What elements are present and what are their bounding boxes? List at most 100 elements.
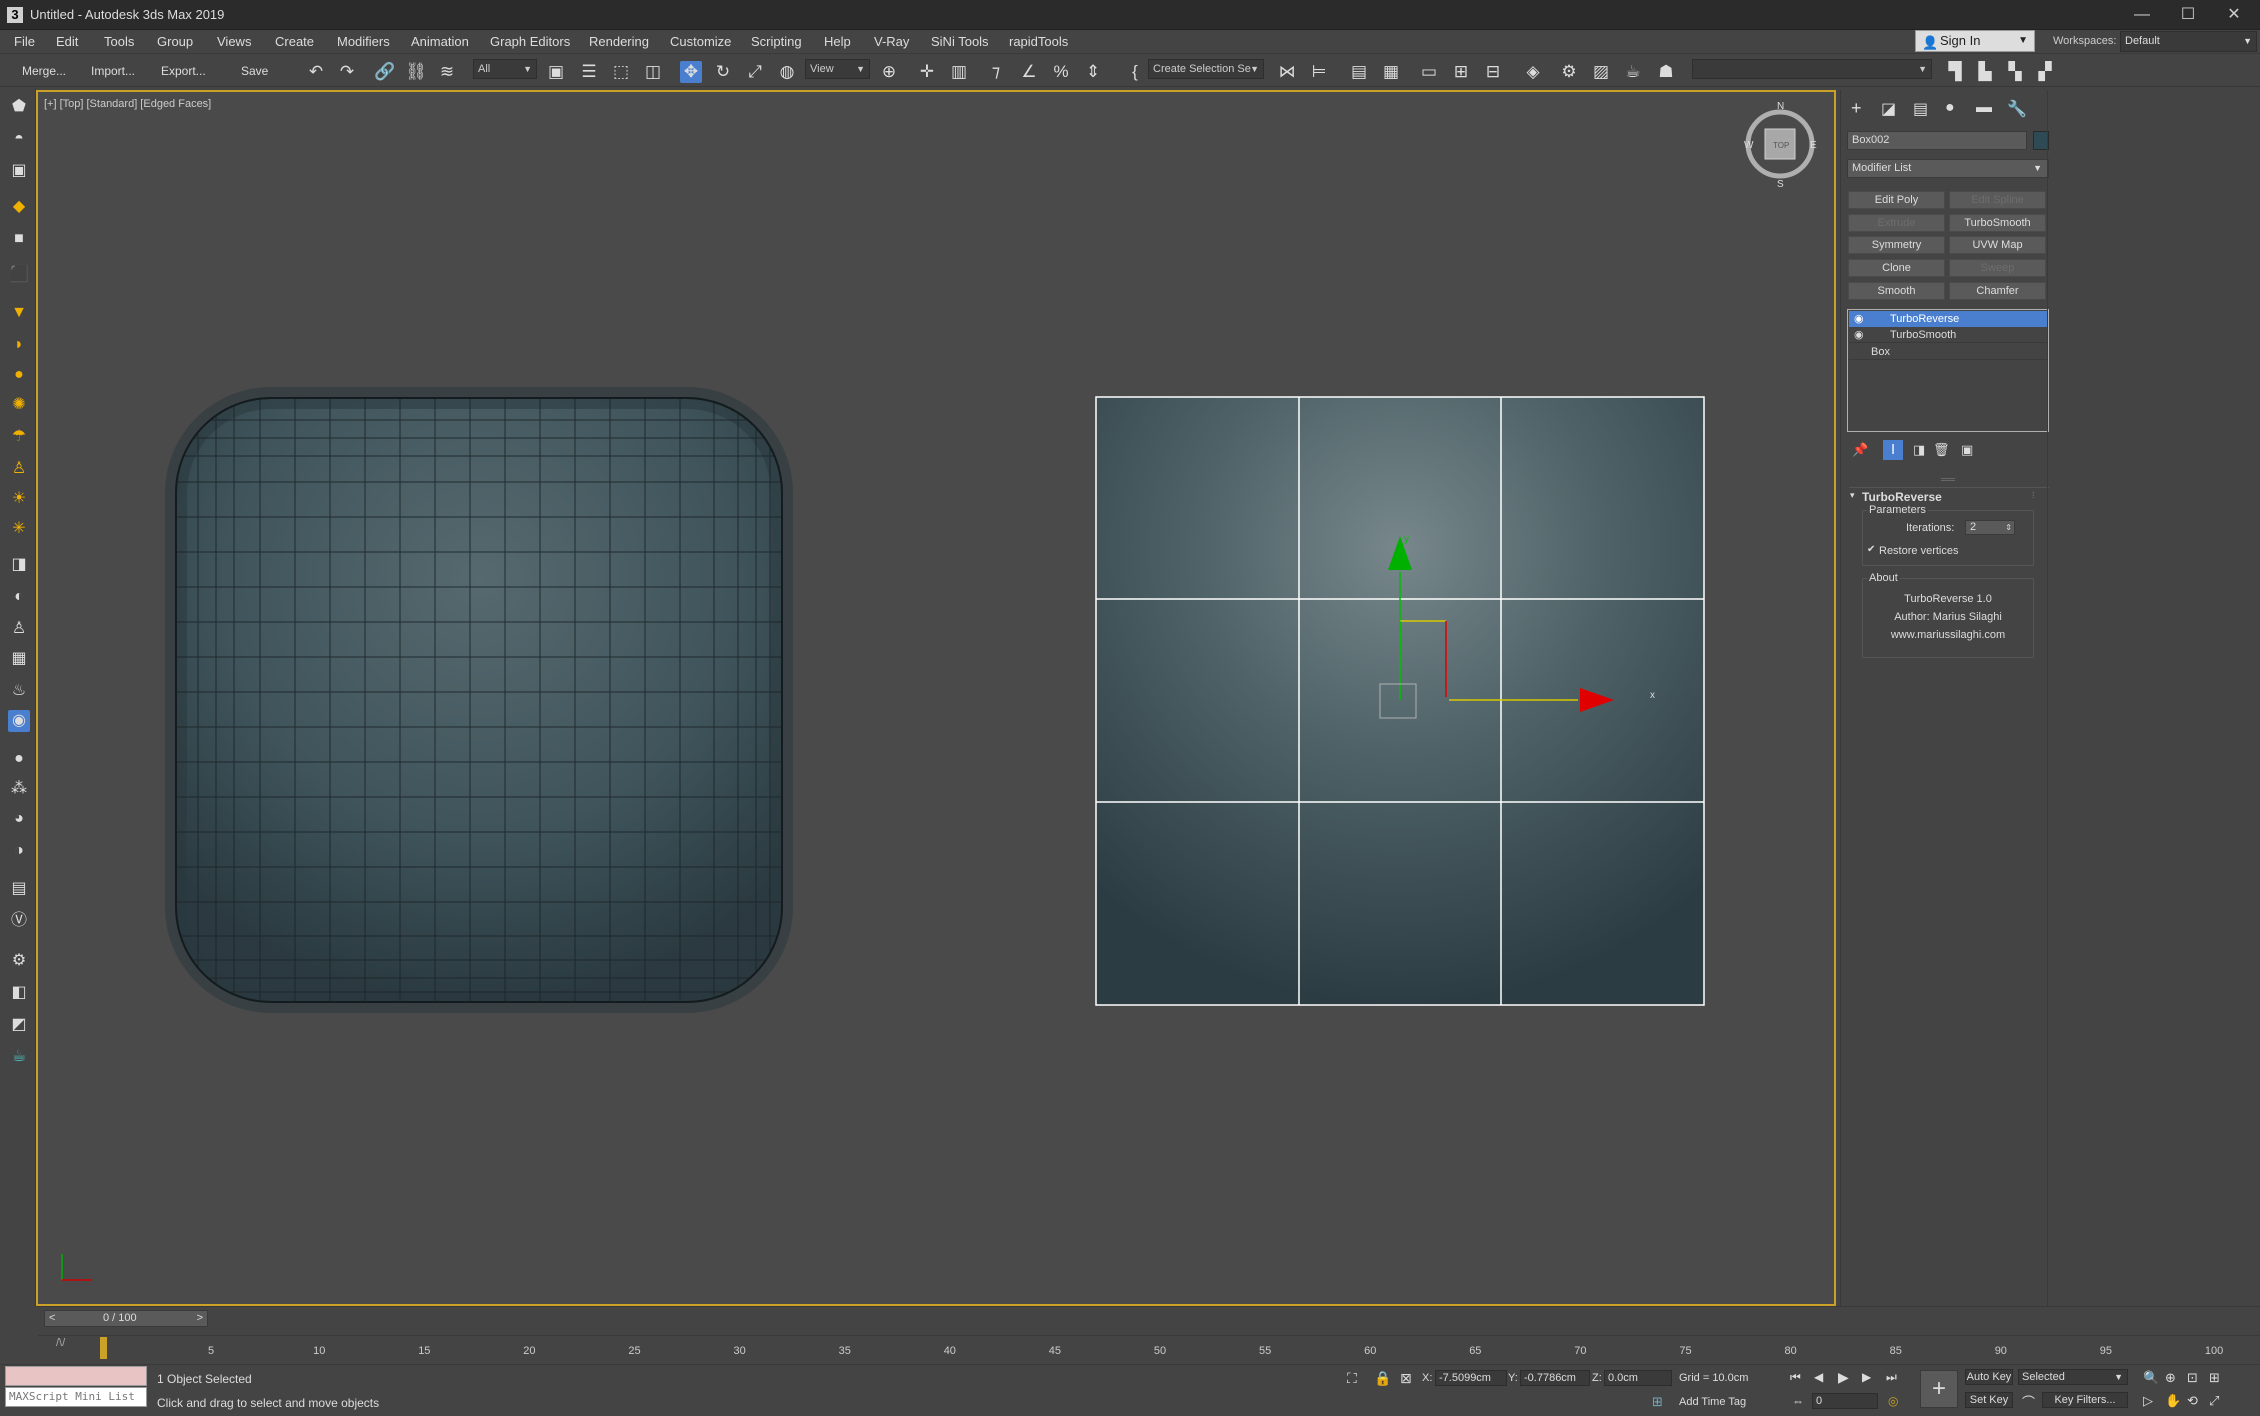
merge-button[interactable]: Merge... — [22, 60, 66, 82]
named-selection-dropdown[interactable]: Create Selection Se ▼ — [1148, 59, 1264, 79]
viewcube[interactable]: TOP N S W E — [1744, 101, 1817, 190]
save-project-icon[interactable]: ▚ — [2004, 61, 2026, 83]
render-preset-dropdown[interactable]: ▼ — [1692, 59, 1932, 79]
field-of-view-icon[interactable]: ▷ — [2143, 1393, 2153, 1409]
menu-tools[interactable]: Tools — [104, 34, 134, 49]
pan-icon[interactable]: ✋ — [2165, 1393, 2181, 1409]
time-next-button[interactable]: > — [197, 1312, 203, 1324]
absolute-mode-icon[interactable]: ⊠ — [1400, 1370, 1412, 1387]
modifier-button-clone[interactable]: Clone — [1848, 259, 1945, 277]
menu-scripting[interactable]: Scripting — [751, 34, 802, 49]
fur-icon[interactable]: ◐ — [8, 586, 30, 608]
bind-space-warp-icon[interactable]: ≋ — [436, 61, 458, 83]
menu-graph-editors[interactable]: Graph Editors — [490, 34, 570, 49]
time-prev-button[interactable]: < — [49, 1312, 55, 1324]
frame-buffer-icon[interactable]: ▤ — [8, 878, 30, 900]
select-by-name-icon[interactable]: ☰ — [578, 61, 600, 83]
umbrella-light-icon[interactable]: ☂ — [8, 426, 30, 448]
settings-icon[interactable]: ⚙ — [8, 950, 30, 972]
track-bar[interactable] — [38, 1335, 2260, 1359]
time-tag-icon[interactable]: ⊞ — [1652, 1394, 1663, 1410]
modifier-button-smooth[interactable]: Smooth — [1848, 282, 1945, 300]
rect-selection-icon[interactable]: ⬚ — [610, 61, 632, 83]
key-filters-button[interactable]: Key Filters... — [2042, 1392, 2128, 1408]
auto-key-button[interactable]: Auto Key — [1965, 1369, 2013, 1385]
utilities-tab-icon[interactable]: 🔧 — [2007, 99, 2027, 119]
active-tool-icon[interactable]: ◉ — [8, 710, 30, 732]
texture-icon[interactable]: ◕ — [8, 808, 30, 830]
create-object-icon[interactable]: ⬟ — [8, 96, 30, 118]
create-tab-icon[interactable]: + — [1851, 98, 1862, 119]
selected-box-mesh[interactable] — [1095, 396, 1705, 1006]
export-button[interactable]: Export... — [161, 60, 206, 82]
camera-icon[interactable]: ■ — [8, 228, 30, 250]
prev-frame-icon[interactable]: ◀ — [1814, 1370, 1823, 1384]
maximize-button[interactable]: ☐ — [2168, 2, 2208, 28]
selection-filter-dropdown[interactable]: All ▼ — [473, 59, 537, 79]
sphere-light-icon[interactable]: ● — [8, 364, 30, 386]
scene-explorer-icon[interactable]: ▦ — [1380, 61, 1402, 83]
layer-explorer-icon[interactable]: ▤ — [1348, 61, 1370, 83]
ref-coord-dropdown[interactable]: View ▼ — [805, 59, 870, 79]
fur-tool-icon[interactable]: ♨ — [8, 680, 30, 702]
zoom-all-icon[interactable]: ⊕ — [2165, 1370, 2176, 1386]
rendered-frame-icon[interactable]: ▨ — [1590, 61, 1612, 83]
zoom-extents-icon[interactable]: ⊡ — [2187, 1370, 2198, 1386]
menu-animation[interactable]: Animation — [411, 34, 469, 49]
menu-create[interactable]: Create — [275, 34, 314, 49]
proxy-icon[interactable]: ◨ — [8, 554, 30, 576]
hierarchy-tab-icon[interactable]: ▤ — [1913, 99, 1928, 119]
pivot-center-icon[interactable]: ⊕ — [878, 61, 900, 83]
undo-icon[interactable]: ↶ — [305, 61, 327, 83]
spinner-snap-icon[interactable]: ⇕ — [1082, 61, 1104, 83]
isolate-selection-icon[interactable]: ⛶ — [1347, 1370, 1357, 1387]
sign-in-button[interactable]: 👤 Sign In ▼ — [1915, 30, 2035, 52]
edit-named-selection-icon[interactable]: { — [1124, 61, 1146, 83]
menu-views[interactable]: Views — [217, 34, 251, 49]
ies-light-icon[interactable]: ✺ — [8, 394, 30, 416]
frame-marker[interactable] — [100, 1337, 107, 1359]
open-project-icon[interactable]: ▙ — [1974, 61, 1996, 83]
spinner-arrows-icon[interactable]: ⇕ — [2005, 521, 2012, 534]
menu-edit[interactable]: Edit — [56, 34, 78, 49]
menu-vray[interactable]: V-Ray — [874, 34, 909, 49]
snap-toggle-icon[interactable]: ⁊ — [985, 61, 1007, 83]
select-object-icon[interactable]: ▣ — [545, 61, 567, 83]
time-config-icon[interactable]: ⇔ — [1792, 1394, 1804, 1408]
zoom-extents-all-icon[interactable]: ⊞ — [2209, 1370, 2220, 1386]
project-settings-icon[interactable]: ▞ — [2034, 61, 2056, 83]
goto-end-icon[interactable]: ⏭ — [1886, 1370, 1897, 1385]
close-button[interactable]: ✕ — [2214, 2, 2254, 28]
workspace-dropdown[interactable]: Default ▼ — [2120, 31, 2257, 52]
modifier-button-sweep[interactable]: Sweep — [1949, 259, 2046, 277]
set-key-big-button[interactable]: + — [1920, 1370, 1958, 1408]
unlink-icon[interactable]: ⛓ — [405, 61, 427, 83]
key-tangent-icon[interactable]: ⌒ — [2022, 1392, 2035, 1411]
time-slider-track[interactable]: < 0 / 100 > — [44, 1310, 208, 1327]
modifier-button-extrude[interactable]: Extrude — [1848, 214, 1945, 232]
teapot-icon[interactable]: ☕ — [8, 1046, 30, 1068]
restore-vertices-label[interactable]: Restore vertices — [1879, 545, 1958, 557]
display-tab-icon[interactable]: ▬ — [1976, 99, 1992, 117]
key-mode-icon[interactable]: ◎ — [1888, 1394, 1898, 1408]
script2-icon[interactable]: ◩ — [8, 1014, 30, 1036]
curve-editor-icon[interactable]: ⊞ — [1450, 61, 1472, 83]
angle-snap-icon[interactable]: ∠ — [1018, 61, 1040, 83]
stack-item-turboreverse[interactable]: ◉ TurboReverse — [1849, 311, 2047, 327]
script-icon[interactable]: ◧ — [8, 982, 30, 1004]
window-crossing-icon[interactable]: ◫ — [642, 61, 664, 83]
sphere-tool-icon[interactable]: ◓ — [8, 128, 30, 150]
stack-item-turbosmooth[interactable]: ◉ TurboSmooth — [1849, 327, 2047, 343]
set-key-button[interactable]: Set Key — [1965, 1392, 2013, 1408]
material-editor-icon[interactable]: ◈ — [1522, 61, 1544, 83]
schematic-view-icon[interactable]: ⊟ — [1482, 61, 1504, 83]
object-name-field[interactable]: Box002 — [1847, 131, 2027, 150]
mirror-icon[interactable]: ⋈ — [1276, 61, 1298, 83]
align-icon[interactable]: ⊨ — [1308, 61, 1330, 83]
clipper-icon[interactable]: ♙ — [8, 618, 30, 640]
restore-vertices-checkbox[interactable]: ✔ — [1867, 544, 1875, 555]
make-unique-icon[interactable]: ◨ — [1913, 442, 1925, 458]
render-element-icon[interactable]: ◑ — [8, 840, 30, 862]
place-icon[interactable]: ◍ — [776, 61, 798, 83]
key-mode-dropdown[interactable]: Selected ▼ — [2018, 1369, 2128, 1385]
